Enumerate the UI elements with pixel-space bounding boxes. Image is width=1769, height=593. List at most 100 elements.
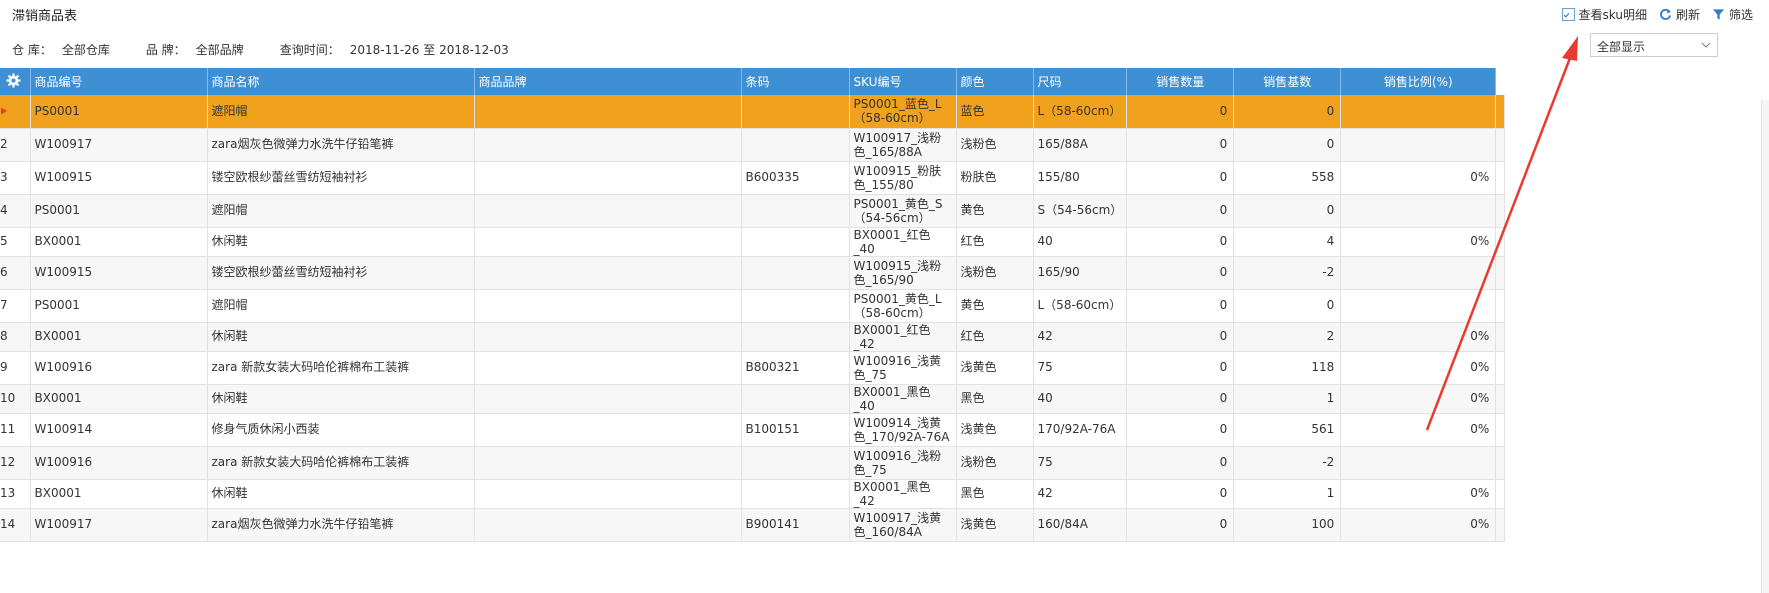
cell-code: PS0001 (30, 95, 208, 129)
cell-barcode (741, 95, 850, 129)
table-row[interactable]: 9 W100916 zara 新款女装大码哈伦裤棉布工装裤 B800321 W10091… (0, 351, 1506, 385)
filter-button[interactable]: 筛选 (1712, 6, 1753, 23)
cell-ratio (1340, 128, 1497, 162)
cell-sku: W100916_浅黄色_75 (849, 351, 957, 385)
cell-qty: 0 (1126, 256, 1235, 290)
cell-qty: 0 (1126, 351, 1235, 385)
filler-cell (1495, 256, 1506, 290)
column-header-name[interactable]: 商品名称 (207, 68, 475, 95)
table-row[interactable]: 4 PS0001 遮阳帽 PS0001_黄色_S（54-56cm） 黄色 S（54-56c… (0, 194, 1506, 228)
cell-color: 粉肤色 (956, 161, 1034, 195)
table-row[interactable]: 14 W100917 zara烟灰色微弹力水洗牛仔铅笔裤 B900141 W100917… (0, 508, 1506, 542)
cell-brand (474, 508, 742, 542)
cell-brand (474, 413, 742, 447)
table-row[interactable]: 3 W100915 镂空欧根纱蕾丝雪纺短袖衬衫 B600335 W100915_粉肤色_… (0, 161, 1506, 195)
column-header-base[interactable]: 销售基数 (1233, 68, 1342, 95)
refresh-button[interactable]: 刷新 (1659, 6, 1700, 23)
cell-color: 浅黄色 (956, 508, 1034, 542)
filler-cell (1495, 194, 1506, 228)
cell-color: 浅黄色 (956, 413, 1034, 447)
display-mode-select[interactable]: 全部显示 (1590, 33, 1718, 57)
column-header-brand[interactable]: 商品品牌 (474, 68, 742, 95)
filler-cell (1495, 161, 1506, 195)
cell-size: 165/88A (1033, 128, 1128, 162)
cell-brand (474, 128, 742, 162)
cell-barcode: B100151 (741, 413, 850, 447)
table-row[interactable]: 8 BX0001 休闲鞋 BX0001_红色_42 红色 42 0 2 0% (0, 322, 1506, 352)
column-header-barcode[interactable]: 条码 (741, 68, 850, 95)
row-number: 12 (0, 446, 31, 480)
cell-size: 170/92A-76A (1033, 413, 1128, 447)
cell-name: zara 新款女装大码哈伦裤棉布工装裤 (207, 446, 475, 480)
table-row[interactable]: 5 BX0001 休闲鞋 BX0001_红色_40 红色 40 0 4 0% (0, 227, 1506, 257)
filter-label: 筛选 (1728, 8, 1753, 22)
filter-value: 2018-11-26 至 2018-12-03 (349, 43, 509, 57)
cell-size: 75 (1033, 351, 1128, 385)
filler-cell (1495, 289, 1506, 323)
table-row[interactable]: 13 BX0001 休闲鞋 BX0001_黑色_42 黑色 42 0 1 0% (0, 479, 1506, 509)
cell-base: 0 (1233, 128, 1342, 162)
row-number: 13 (0, 479, 31, 509)
cell-base: 1 (1233, 384, 1342, 414)
cell-color: 浅粉色 (956, 128, 1034, 162)
cell-code: BX0001 (30, 322, 208, 352)
filter-query-time: 查询时间： 2018-11-26 至 2018-12-03 (280, 41, 509, 58)
cell-size: 42 (1033, 479, 1128, 509)
column-header-sku[interactable]: SKU编号 (849, 68, 957, 95)
cell-name: zara烟灰色微弹力水洗牛仔铅笔裤 (207, 508, 475, 542)
cell-qty: 0 (1126, 446, 1235, 480)
cell-base: 0 (1233, 95, 1342, 129)
cell-sku: W100914_浅黄色_170/92A-76A (849, 413, 957, 447)
vertical-scrollbar[interactable] (1761, 100, 1769, 593)
cell-ratio: 0% (1340, 227, 1497, 257)
column-header-qty[interactable]: 销售数量 (1126, 68, 1235, 95)
row-number: 14 (0, 508, 31, 542)
column-settings[interactable] (0, 68, 31, 95)
cell-base: 0 (1233, 289, 1342, 323)
cell-ratio: 0% (1340, 413, 1497, 447)
refresh-icon (1660, 8, 1672, 20)
cell-color: 浅粉色 (956, 446, 1034, 480)
cell-name: 休闲鞋 (207, 322, 475, 352)
cell-sku: W100916_浅粉色_75 (849, 446, 957, 480)
filter-label: 查询时间： (279, 43, 340, 57)
cell-sku: BX0001_红色_42 (849, 322, 957, 352)
table-row[interactable]: PS0001 遮阳帽 PS0001_蓝色_L（58-60cm） 蓝色 L（58-60cm… (0, 95, 1506, 129)
filter-summary: 仓 库： 全部仓库 品 牌： 全部品牌 查询时间： 2018-11-26 至 2018… (12, 41, 545, 58)
column-header-ratio[interactable]: 销售比例(%) (1340, 68, 1497, 95)
chevron-down-icon (1701, 42, 1711, 48)
refresh-label: 刷新 (1675, 8, 1700, 22)
row-number: 5 (0, 227, 31, 257)
filler-cell (1495, 227, 1506, 257)
table-row[interactable]: 11 W100914 修身气质休闲小西装 B100151 W100914_浅黄色_170… (0, 413, 1506, 447)
cell-size: L（58-60cm） (1033, 289, 1128, 323)
column-header-color[interactable]: 颜色 (956, 68, 1034, 95)
row-number: 4 (0, 194, 31, 228)
table-row[interactable]: 10 BX0001 休闲鞋 BX0001_黑色_40 黑色 40 0 1 0% (0, 384, 1506, 414)
cell-size: L（58-60cm） (1033, 95, 1128, 129)
table-row[interactable]: 6 W100915 镂空欧根纱蕾丝雪纺短袖衬衫 W100915_浅粉色_165/90 浅… (0, 256, 1506, 290)
cell-barcode (741, 256, 850, 290)
cell-size: 40 (1033, 227, 1128, 257)
sku-detail-label: 查看sku明细 (1578, 8, 1647, 22)
row-number: 2 (0, 128, 31, 162)
table-row[interactable]: 12 W100916 zara 新款女装大码哈伦裤棉布工装裤 W100916_浅粉色_… (0, 446, 1506, 480)
toolbar: 查看sku明细 刷新 筛选 (1550, 6, 1753, 23)
column-header-code[interactable]: 商品编号 (30, 68, 208, 95)
sku-detail-checkbox[interactable] (1561, 8, 1575, 21)
table-row[interactable]: 2 W100917 zara烟灰色微弹力水洗牛仔铅笔裤 W100917_浅粉色_165… (0, 128, 1506, 162)
page-title: 滞销商品表 (12, 9, 78, 24)
table-row[interactable]: 7 PS0001 遮阳帽 PS0001_黄色_L（58-60cm） 黄色 L（58-60c… (0, 289, 1506, 323)
cell-barcode: B900141 (741, 508, 850, 542)
sku-detail-toggle[interactable]: 查看sku明细 (1561, 6, 1647, 23)
column-header-size[interactable]: 尺码 (1033, 68, 1128, 95)
cell-name: 休闲鞋 (207, 227, 475, 257)
cell-base: 1 (1233, 479, 1342, 509)
cell-code: W100917 (30, 508, 208, 542)
cell-qty: 0 (1126, 479, 1235, 509)
cell-color: 黑色 (956, 384, 1034, 414)
cell-barcode (741, 289, 850, 323)
cell-size: 40 (1033, 384, 1128, 414)
cell-code: W100917 (30, 128, 208, 162)
cell-color: 红色 (956, 227, 1034, 257)
